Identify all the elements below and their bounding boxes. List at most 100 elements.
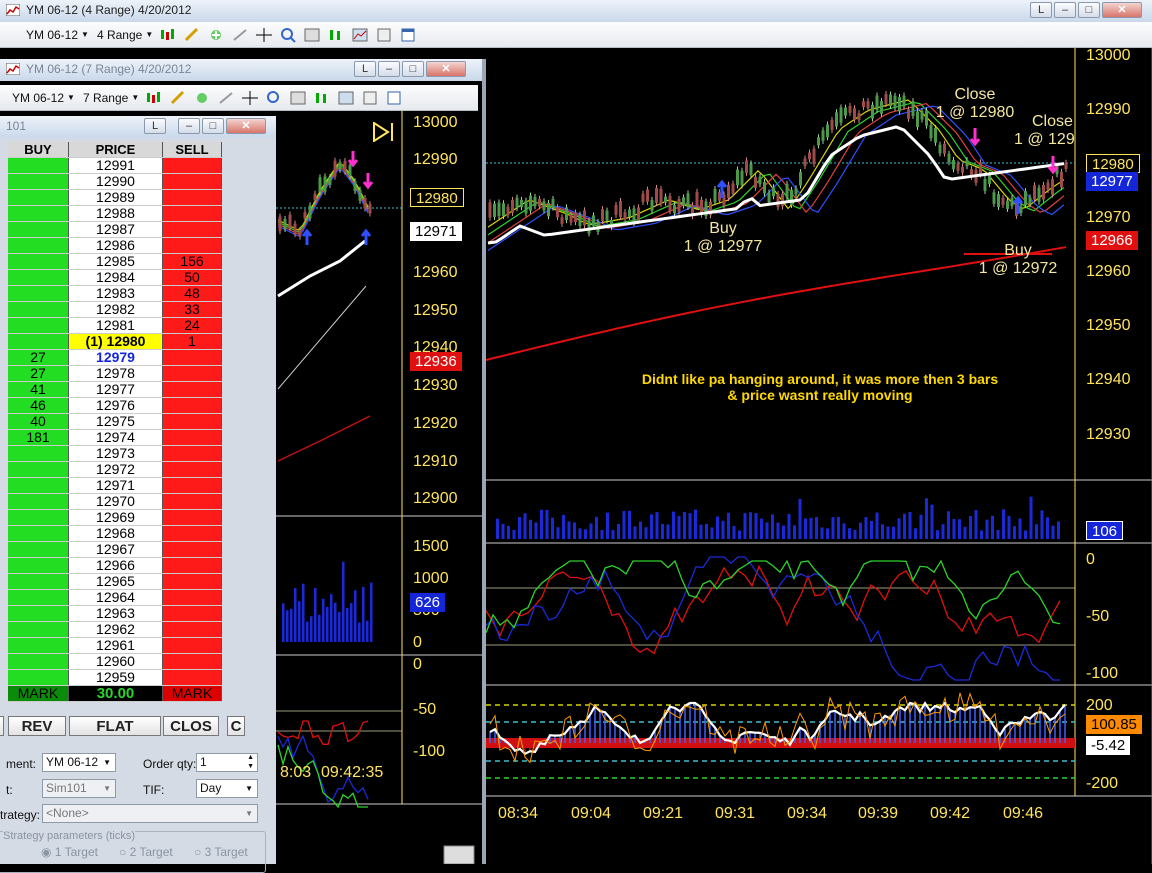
sell-cell[interactable] [162,429,222,446]
tif-select[interactable]: Day ▼ [196,779,258,798]
sell-cell[interactable] [162,461,222,478]
strategy-icon[interactable] [231,27,249,43]
link-button[interactable]: L [144,118,166,134]
scrollbar-thumb[interactable] [443,845,475,864]
add-indicator-icon[interactable] [207,27,225,43]
price-cell[interactable]: 12989 [68,189,163,206]
sell-cell[interactable] [162,397,222,414]
price-cell[interactable]: 12971 [68,477,163,494]
pencil-icon[interactable] [169,90,187,106]
buy-cell[interactable] [8,269,69,286]
strategy-select[interactable]: <None> ▼ [42,804,258,823]
play-icon[interactable] [372,122,396,142]
price-cell[interactable]: 12983 [68,285,163,302]
sell-cell[interactable]: 48 [162,285,222,302]
sell-cell[interactable] [162,509,222,526]
buy-cell[interactable] [8,253,69,270]
price-cell[interactable]: 12976 [68,397,163,414]
price-cell[interactable]: 12962 [68,621,163,638]
buy-cell[interactable] [8,189,69,206]
sell-cell[interactable]: 24 [162,317,222,334]
price-cell[interactable]: 12979 [68,349,163,366]
window-icon[interactable] [385,90,403,106]
buy-cell[interactable]: 46 [8,397,69,414]
buy-cell[interactable] [8,285,69,302]
price-cell[interactable]: 12981 [68,317,163,334]
price-cell[interactable]: 12991 [68,157,163,174]
sell-cell[interactable] [162,157,222,174]
sell-cell[interactable] [162,605,222,622]
sell-cell[interactable] [162,525,222,542]
sell-cell[interactable] [162,669,222,686]
price-cell[interactable]: 12987 [68,221,163,238]
minimize-button[interactable]: – [178,118,200,134]
sell-cell[interactable] [162,589,222,606]
sell-cell[interactable]: 1 [162,333,222,350]
price-cell[interactable]: 12988 [68,205,163,222]
sell-cell[interactable] [162,221,222,238]
sell-cell[interactable] [162,237,222,254]
instrument-select[interactable]: YM 06-12 ▼ [42,753,116,772]
sell-cell[interactable]: 33 [162,301,222,318]
sell-cell[interactable] [162,205,222,222]
price-cell[interactable]: 12990 [68,173,163,190]
window-icon[interactable] [399,27,417,43]
close-button[interactable]: ✕ [226,118,266,134]
buy-cell[interactable] [8,621,69,638]
sell-mark-button[interactable]: MARK [162,685,222,702]
sell-cell[interactable] [162,445,222,462]
buy-cell[interactable] [8,461,69,478]
price-cell[interactable]: 12967 [68,541,163,558]
buy-cell[interactable] [8,477,69,494]
buy-cell[interactable]: 181 [8,429,69,446]
cancel-orders-button[interactable]: C [227,716,245,736]
price-cell[interactable]: 12978 [68,365,163,382]
instrument-selector[interactable]: YM 06-12 ▼ [26,28,89,42]
sell-cell[interactable] [162,349,222,366]
price-cell[interactable]: 12972 [68,461,163,478]
close-button[interactable]: ✕ [1102,2,1142,18]
buy-cell[interactable]: 27 [8,365,69,382]
price-cell[interactable]: 12966 [68,557,163,574]
buy-cell[interactable] [8,605,69,622]
buy-cell[interactable] [8,205,69,222]
sell-cell[interactable] [162,381,222,398]
buy-cell[interactable] [8,237,69,254]
add-indicator-icon[interactable] [193,90,211,106]
instrument-selector[interactable]: YM 06-12 ▼ [12,91,75,105]
buy-cell[interactable] [8,557,69,574]
price-cell[interactable]: 12964 [68,589,163,606]
buy-cell[interactable] [8,541,69,558]
sell-cell[interactable] [162,365,222,382]
close-button[interactable]: ✕ [426,61,466,77]
strategy-icon[interactable] [217,90,235,106]
snapshot-icon[interactable] [361,90,379,106]
data-box-icon[interactable] [337,90,355,106]
link-button[interactable]: L [354,61,376,77]
crosshair-icon[interactable] [241,90,259,106]
target-2-radio[interactable]: ○ 2 Target [119,845,173,859]
price-cell[interactable]: 12974 [68,429,163,446]
target-1-radio[interactable]: ◉ 1 Target [41,845,98,859]
buy-cell[interactable] [8,637,69,654]
order-qty-stepper[interactable]: 1 ▲ ▼ [196,753,258,772]
buy-cell[interactable] [8,173,69,190]
price-cell[interactable]: 12961 [68,637,163,654]
sell-cell[interactable] [162,477,222,494]
period-selector[interactable]: 4 Range ▼ [97,28,153,42]
price-cell[interactable]: 12963 [68,605,163,622]
zoom-icon[interactable] [279,27,297,43]
sell-cell[interactable]: 156 [162,253,222,270]
bar-type-icon[interactable] [145,90,163,106]
buy-cell[interactable] [8,317,69,334]
buy-cell[interactable] [8,669,69,686]
sell-cell[interactable] [162,621,222,638]
bar-type-icon[interactable] [159,27,177,43]
price-cell[interactable]: (1) 12980 [68,333,163,350]
buy-cell[interactable] [8,525,69,542]
data-box-icon[interactable] [351,27,369,43]
buy-cell[interactable] [8,445,69,462]
sell-cell[interactable] [162,637,222,654]
price-cell[interactable]: 12970 [68,493,163,510]
buy-cell[interactable]: 41 [8,381,69,398]
